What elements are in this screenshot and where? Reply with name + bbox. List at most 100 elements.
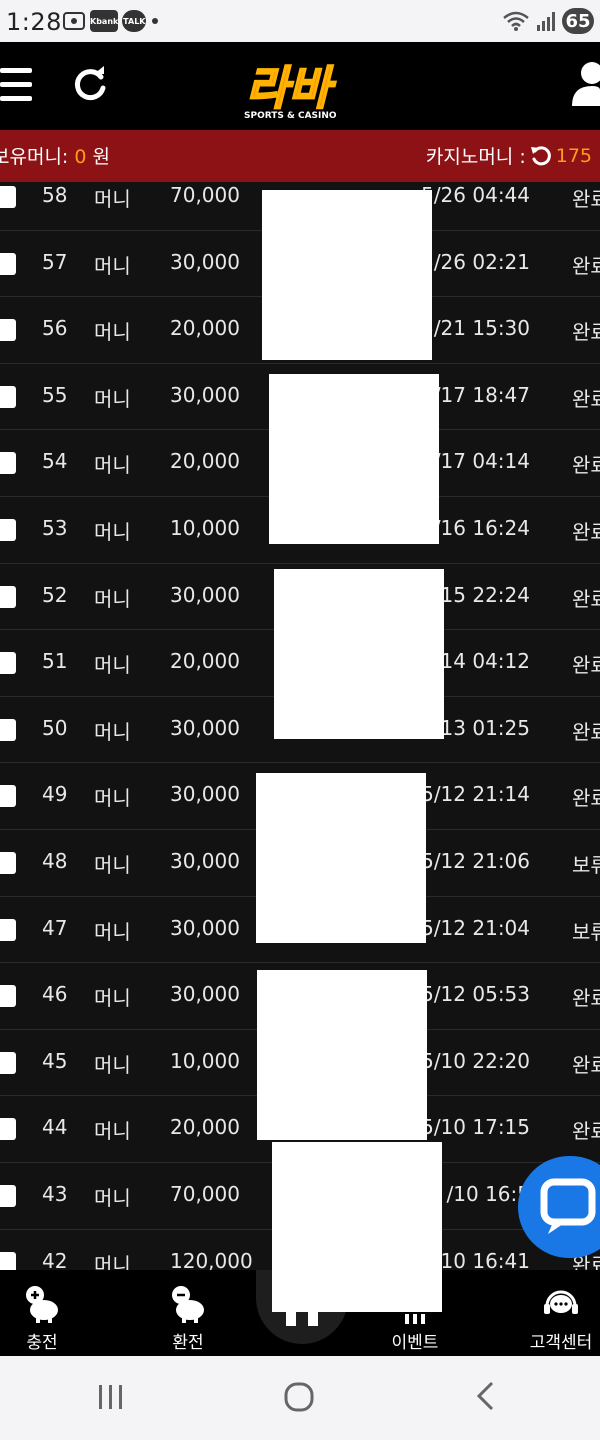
row-number: 53 bbox=[42, 515, 68, 540]
row-checkbox[interactable] bbox=[0, 851, 16, 874]
signal-icon bbox=[537, 12, 555, 31]
row-checkbox[interactable] bbox=[0, 918, 16, 941]
redaction-block bbox=[274, 569, 444, 739]
row-amount: 30,000 bbox=[170, 715, 240, 740]
redaction-block bbox=[262, 190, 432, 360]
logo-text: 라바 bbox=[246, 61, 336, 115]
row-number: 54 bbox=[42, 449, 68, 474]
back-icon[interactable] bbox=[472, 1380, 500, 1412]
row-checkbox[interactable] bbox=[0, 186, 16, 208]
row-type: 머니 bbox=[94, 786, 131, 811]
redaction-block bbox=[269, 374, 439, 544]
row-type: 머니 bbox=[94, 1252, 131, 1271]
redaction-block bbox=[256, 773, 426, 943]
row-status: 완료 bbox=[572, 1119, 600, 1144]
row-type: 머니 bbox=[94, 253, 131, 278]
nav-support[interactable]: 고객센터 bbox=[526, 1284, 596, 1353]
row-type: 머니 bbox=[94, 1052, 131, 1077]
row-checkbox[interactable] bbox=[0, 252, 16, 275]
row-checkbox[interactable] bbox=[0, 785, 16, 808]
row-checkbox[interactable] bbox=[0, 585, 16, 608]
row-number: 56 bbox=[42, 316, 68, 341]
logo-subtitle: SPORTS & CASINO bbox=[244, 111, 337, 121]
row-number: 50 bbox=[42, 715, 68, 740]
dot-icon bbox=[152, 18, 159, 24]
row-amount: 30,000 bbox=[170, 848, 240, 873]
row-type: 머니 bbox=[94, 187, 131, 211]
row-type: 머니 bbox=[94, 653, 131, 678]
row-checkbox[interactable] bbox=[0, 718, 16, 741]
chat-icon bbox=[540, 1178, 596, 1234]
piggy-bank-minus-icon bbox=[172, 1286, 204, 1323]
row-amount: 30,000 bbox=[170, 249, 240, 274]
row-type: 머니 bbox=[94, 386, 131, 411]
row-type: 머니 bbox=[94, 519, 131, 544]
row-status: 완료 bbox=[572, 187, 600, 211]
user-icon[interactable] bbox=[570, 60, 600, 106]
row-checkbox[interactable] bbox=[0, 652, 16, 675]
row-status: 완료 bbox=[572, 519, 600, 544]
row-number: 49 bbox=[42, 782, 68, 807]
kbank-icon: Kbank bbox=[90, 10, 119, 32]
row-checkbox[interactable] bbox=[0, 452, 16, 475]
row-status: 완료 bbox=[572, 653, 600, 678]
piggy-bank-plus-icon bbox=[26, 1286, 58, 1323]
row-amount: 70,000 bbox=[170, 183, 240, 207]
row-number: 57 bbox=[42, 249, 68, 274]
row-type: 머니 bbox=[94, 453, 131, 478]
row-checkbox[interactable] bbox=[0, 319, 16, 342]
row-status: 완료 bbox=[572, 586, 600, 611]
recent-apps-icon[interactable] bbox=[96, 1382, 126, 1412]
wifi-icon bbox=[503, 11, 529, 31]
row-checkbox[interactable] bbox=[0, 1251, 16, 1270]
row-number: 45 bbox=[42, 1048, 68, 1073]
row-status: 완료 bbox=[572, 719, 600, 744]
row-status: 완료 bbox=[572, 1052, 600, 1077]
status-bar: 1:28 Kbank TALK 65 bbox=[0, 0, 600, 42]
row-type: 머니 bbox=[94, 719, 131, 744]
row-status: 보류 bbox=[572, 919, 600, 944]
row-type: 머니 bbox=[94, 1119, 131, 1144]
row-checkbox[interactable] bbox=[0, 1118, 16, 1141]
nav-deposit[interactable]: 충전 bbox=[14, 1284, 70, 1353]
row-type: 머니 bbox=[94, 986, 131, 1011]
refresh-icon[interactable] bbox=[70, 64, 110, 104]
row-number: 55 bbox=[42, 382, 68, 407]
row-status: 완료 bbox=[572, 320, 600, 345]
row-amount: 30,000 bbox=[170, 982, 240, 1007]
row-checkbox[interactable] bbox=[0, 518, 16, 541]
row-number: 51 bbox=[42, 649, 68, 674]
row-type: 머니 bbox=[94, 320, 131, 345]
casino-balance: 카지노머니 : 175 bbox=[425, 144, 592, 169]
nav-withdraw[interactable]: 환전 bbox=[160, 1284, 216, 1353]
row-checkbox[interactable] bbox=[0, 985, 16, 1008]
row-amount: 20,000 bbox=[170, 449, 240, 474]
row-amount: 10,000 bbox=[170, 515, 240, 540]
row-checkbox[interactable] bbox=[0, 1051, 16, 1074]
wallet-balance-value: 0 bbox=[74, 146, 87, 168]
balance-bar: 보유머니: 0 원 카지노머니 : 175 bbox=[0, 130, 600, 182]
row-amount: 30,000 bbox=[170, 782, 240, 807]
status-notification-icons: Kbank TALK bbox=[62, 10, 160, 32]
row-checkbox[interactable] bbox=[0, 1184, 16, 1207]
screenshot-icon bbox=[63, 12, 85, 30]
row-number: 43 bbox=[42, 1181, 68, 1206]
row-amount: 120,000 bbox=[170, 1248, 253, 1271]
row-status: 완료 bbox=[572, 386, 600, 411]
status-system-icons: 65 bbox=[502, 8, 594, 34]
casino-refresh-icon[interactable] bbox=[530, 145, 552, 167]
live-chat-button[interactable] bbox=[518, 1156, 600, 1258]
row-checkbox[interactable] bbox=[0, 385, 16, 408]
site-logo[interactable]: 라바 SPORTS & CASINO bbox=[242, 56, 370, 122]
row-number: 42 bbox=[42, 1248, 68, 1271]
redaction-block bbox=[272, 1142, 442, 1312]
row-amount: 20,000 bbox=[170, 316, 240, 341]
home-button-icon[interactable] bbox=[283, 1382, 315, 1412]
row-amount: 30,000 bbox=[170, 915, 240, 940]
row-status: 완료 bbox=[572, 986, 600, 1011]
row-amount: 30,000 bbox=[170, 382, 240, 407]
row-amount: 20,000 bbox=[170, 649, 240, 674]
menu-icon[interactable] bbox=[0, 66, 32, 102]
system-nav-bar bbox=[0, 1356, 600, 1440]
row-amount: 70,000 bbox=[170, 1181, 240, 1206]
